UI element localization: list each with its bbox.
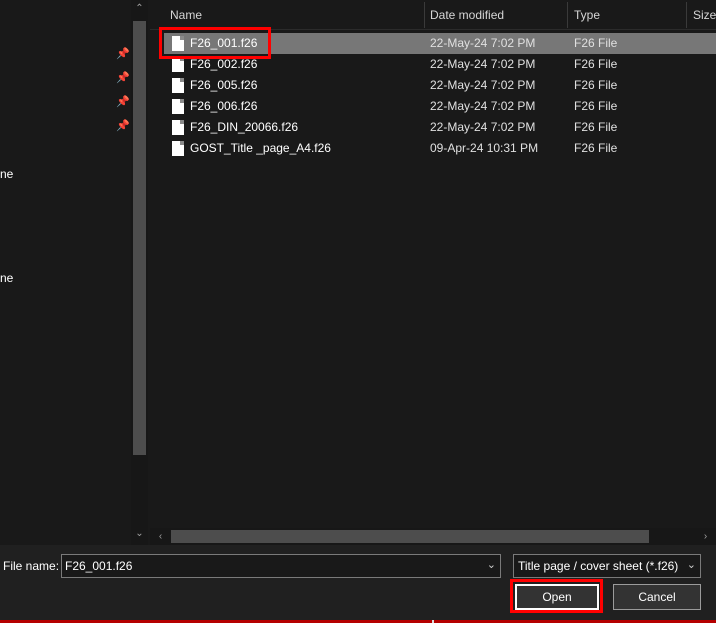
- file-list-horizontal-scrollbar[interactable]: ‹ ›: [150, 528, 716, 545]
- column-header-size[interactable]: Size: [687, 0, 716, 30]
- file-icon: [172, 57, 184, 72]
- column-header-row: ⌃ Name Date modified Type Size: [150, 0, 716, 30]
- file-name: F26_005.f26: [190, 78, 258, 92]
- scroll-down-icon[interactable]: ⌄: [131, 528, 148, 539]
- file-name: F26_002.f26: [190, 57, 258, 71]
- file-date-modified: 22-May-24 7:02 PM: [430, 99, 536, 113]
- scroll-left-icon[interactable]: ‹: [152, 528, 169, 545]
- file-type: F26 File: [574, 120, 618, 134]
- file-row[interactable]: F26_001.f26 22-May-24 7:02 PM F26 File: [164, 33, 716, 54]
- nav-pane-scrollbar[interactable]: ⌃ ⌄: [131, 0, 148, 545]
- file-list: ⌃ Name Date modified Type Size F26_001.f…: [150, 0, 716, 545]
- pin-icon[interactable]: 📌: [116, 96, 130, 108]
- open-button[interactable]: Open: [515, 584, 599, 610]
- file-name: F26_006.f26: [190, 99, 258, 113]
- file-name: F26_DIN_20066.f26: [190, 120, 299, 134]
- nav-item-label[interactable]: ne: [0, 167, 13, 181]
- column-header-type[interactable]: Type: [568, 0, 600, 30]
- file-row[interactable]: GOST_Title _page_A4.f26 09-Apr-24 10:31 …: [164, 138, 716, 159]
- file-type: F26 File: [574, 141, 618, 155]
- file-row[interactable]: F26_006.f26 22-May-24 7:02 PM F26 File: [164, 96, 716, 117]
- file-name: F26_001.f26: [190, 36, 258, 50]
- dialog-footer: File name: F26_001.f26 ⌄ Title page / co…: [0, 545, 716, 623]
- chevron-down-icon[interactable]: ⌄: [687, 558, 696, 571]
- pin-icon[interactable]: 📌: [116, 72, 130, 84]
- file-type: F26 File: [574, 78, 618, 92]
- pin-icon[interactable]: 📌: [116, 48, 130, 60]
- file-name-field[interactable]: F26_001.f26 ⌄: [61, 554, 501, 578]
- file-icon: [172, 141, 184, 156]
- scrollbar-thumb[interactable]: [171, 530, 649, 543]
- file-type: F26 File: [574, 57, 618, 71]
- file-icon: [172, 99, 184, 114]
- file-icon: [172, 120, 184, 135]
- file-row[interactable]: F26_DIN_20066.f26 22-May-24 7:02 PM F26 …: [164, 117, 716, 138]
- nav-item-label[interactable]: ne: [0, 271, 13, 285]
- scroll-right-icon[interactable]: ›: [697, 528, 714, 545]
- file-row[interactable]: F26_005.f26 22-May-24 7:02 PM F26 File: [164, 75, 716, 96]
- scroll-up-icon[interactable]: ⌃: [131, 3, 148, 14]
- column-header-date-modified[interactable]: Date modified: [424, 0, 504, 30]
- file-row[interactable]: F26_002.f26 22-May-24 7:02 PM F26 File: [164, 54, 716, 75]
- file-icon: [172, 36, 184, 51]
- file-name-value[interactable]: F26_001.f26: [65, 559, 132, 573]
- file-type-filter-value[interactable]: Title page / cover sheet (*.f26): [518, 559, 678, 573]
- chevron-down-icon[interactable]: ⌄: [487, 558, 496, 571]
- cancel-button[interactable]: Cancel: [613, 584, 701, 610]
- scrollbar-thumb[interactable]: [133, 21, 146, 455]
- pin-icon[interactable]: 📌: [116, 120, 130, 132]
- file-name-label: File name:: [3, 559, 60, 573]
- file-type-filter[interactable]: Title page / cover sheet (*.f26) ⌄: [513, 554, 701, 578]
- file-date-modified: 22-May-24 7:02 PM: [430, 57, 536, 71]
- navigation-pane: 📌 📌 📌 📌 ne ne: [0, 0, 131, 545]
- file-date-modified: 22-May-24 7:02 PM: [430, 36, 536, 50]
- file-date-modified: 22-May-24 7:02 PM: [430, 78, 536, 92]
- file-type: F26 File: [574, 36, 618, 50]
- column-header-name[interactable]: Name: [164, 0, 202, 30]
- file-type: F26 File: [574, 99, 618, 113]
- file-name: GOST_Title _page_A4.f26: [190, 141, 331, 155]
- sort-ascending-icon: ⌃: [289, 0, 297, 5]
- file-icon: [172, 78, 184, 93]
- file-date-modified: 09-Apr-24 10:31 PM: [430, 141, 539, 155]
- file-date-modified: 22-May-24 7:02 PM: [430, 120, 536, 134]
